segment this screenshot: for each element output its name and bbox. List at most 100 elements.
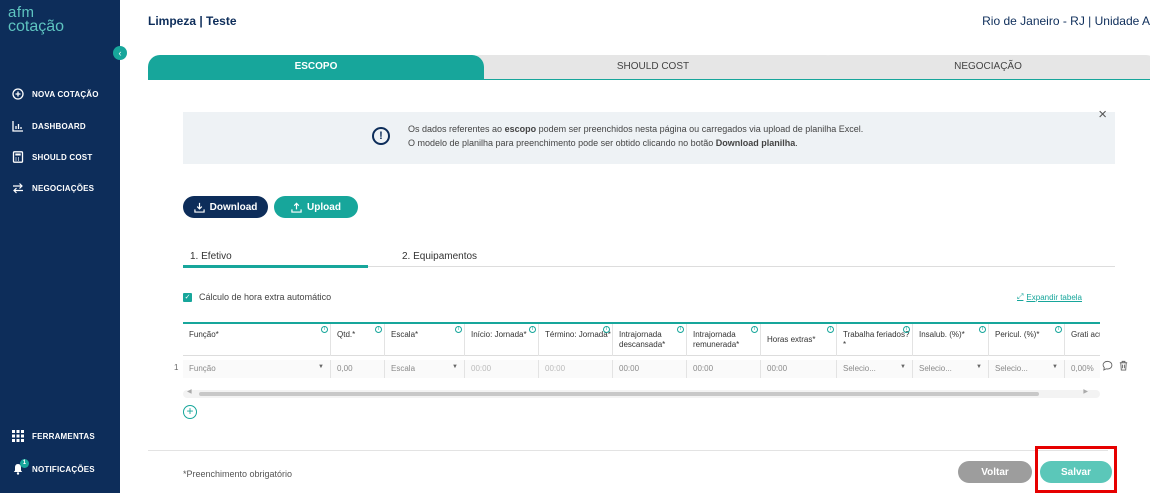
notification-badge: 1	[20, 459, 29, 468]
upload-button[interactable]: Upload	[274, 196, 358, 218]
pericul-select[interactable]: Selecio... ▼	[989, 360, 1065, 378]
tab-should-cost[interactable]: SHOULD COST	[468, 55, 838, 79]
chart-icon	[12, 120, 24, 132]
info-banner: ! Os dados referentes ao escopo podem se…	[183, 106, 1115, 164]
sidebar-item-notificacoes[interactable]: 1 NOTIFICAÇÕES	[12, 459, 95, 475]
logo[interactable]: afm cotação	[8, 5, 65, 35]
location-label: Rio de Janeiro - RJ | Unidade A	[982, 14, 1150, 28]
cell-value: 0,00	[337, 364, 353, 373]
column-header-label: Escala*	[391, 330, 419, 339]
info-line1-pre: Os dados referentes ao	[408, 124, 505, 134]
cell-value: Selecio...	[843, 364, 876, 373]
column-header: Insalub. (%)* i	[913, 324, 989, 356]
info-line1-post: podem ser preenchidos nesta página ou ca…	[536, 124, 864, 134]
info-line1-bold: escopo	[504, 124, 537, 134]
sidebar-item-nova-cotacao[interactable]: NOVA COTAÇÃO	[12, 88, 99, 100]
inicio-input[interactable]: 00:00	[465, 360, 539, 378]
sidebar-item-should-cost[interactable]: SHOULD COST	[12, 151, 92, 163]
column-header: Trabalha feriados?* i	[837, 324, 913, 356]
subtab-equipamentos[interactable]: 2. Equipamentos	[402, 251, 477, 262]
subtab-efetivo[interactable]: 1. Efetivo	[190, 251, 232, 262]
intrajornada-remunerada-input[interactable]: 00:00	[687, 360, 761, 378]
info-line2-pre: O modelo de planilha para preenchimento …	[408, 138, 716, 148]
info-icon[interactable]: i	[455, 326, 462, 333]
column-header-label: Grati acúm	[1071, 330, 1100, 339]
expand-label: Expandir tabela	[1026, 292, 1082, 302]
column-header-label: Início: Jornada*	[471, 330, 527, 339]
column-header: Intrajornada descansada* i	[613, 324, 687, 356]
horizontal-scrollbar[interactable]: ◀ ▶	[183, 388, 1100, 398]
trabalha-feriados-select[interactable]: Selecio... ▼	[837, 360, 913, 378]
breadcrumb: Limpeza | Teste	[148, 14, 237, 28]
info-icon[interactable]: i	[903, 326, 910, 333]
column-header-label: Trabalha feriados?*	[843, 330, 910, 349]
sidebar-item-label: NOVA COTAÇÃO	[32, 89, 99, 99]
logo-line2: cotação	[8, 18, 65, 35]
sidebar-item-negociacoes[interactable]: NEGOCIAÇÕES	[12, 182, 94, 194]
add-row-button[interactable]: +	[183, 405, 197, 419]
upload-icon	[291, 202, 302, 213]
download-label: Download	[209, 201, 258, 213]
sidebar-item-label: NOTIFICAÇÕES	[32, 464, 95, 474]
qtd-input[interactable]: 0,00	[331, 360, 385, 378]
column-header: Escala* i	[385, 324, 465, 356]
column-header-label: Qtd.*	[337, 330, 356, 339]
cell-value: 0,00%	[1071, 364, 1094, 373]
column-header-label: Insalub. (%)*	[919, 330, 965, 339]
sidebar: afm cotação NOVA COTAÇÃO DASHBOARD SHOUL…	[0, 0, 120, 493]
download-button[interactable]: Download	[183, 196, 268, 218]
scroll-left-icon[interactable]: ◀	[187, 388, 192, 395]
chevron-left-icon[interactable]: ‹	[113, 46, 127, 60]
scrollbar-thumb[interactable]	[199, 392, 1039, 396]
column-header: Início: Jornada* i	[465, 324, 539, 356]
column-header-label: Função*	[189, 330, 219, 339]
info-icon[interactable]: i	[1055, 326, 1062, 333]
chevron-down-icon: ▼	[976, 364, 982, 370]
column-header: Horas extras* i	[761, 324, 837, 356]
info-icon[interactable]: i	[603, 326, 610, 333]
info-icon[interactable]: i	[827, 326, 834, 333]
chevron-down-icon: ▼	[318, 364, 324, 370]
column-header-label: Horas extras*	[767, 335, 816, 344]
column-header-label: Pericul. (%)*	[995, 330, 1040, 339]
overtime-checkbox[interactable]: ✓	[183, 293, 192, 302]
comment-icon[interactable]	[1102, 360, 1113, 374]
info-icon[interactable]: i	[375, 326, 382, 333]
trash-icon[interactable]	[1118, 360, 1129, 374]
intrajornada-descansada-input[interactable]: 00:00	[613, 360, 687, 378]
scroll-right-icon[interactable]: ▶	[1083, 388, 1088, 395]
termino-input[interactable]: 00:00	[539, 360, 613, 378]
info-icon[interactable]: i	[751, 326, 758, 333]
horas-extras-input[interactable]: 00:00	[761, 360, 837, 378]
efetivo-table: Função* i Qtd.* i Escala* i Início: Jornada…	[183, 322, 1100, 382]
gratificacao-input[interactable]: 0,00%	[1065, 360, 1100, 378]
sidebar-item-ferramentas[interactable]: FERRAMENTAS	[12, 430, 95, 442]
grid-icon	[12, 430, 24, 442]
insalub-select[interactable]: Selecio... ▼	[913, 360, 989, 378]
tab-escopo[interactable]: ESCOPO	[148, 55, 484, 79]
back-button[interactable]: Voltar	[958, 461, 1032, 483]
cell-value: 00:00	[767, 364, 788, 373]
sidebar-item-label: DASHBOARD	[32, 121, 86, 131]
required-note: *Preenchimento obrigatório	[183, 469, 293, 479]
expand-table-link[interactable]: ⤢ Expandir tabela	[1017, 292, 1082, 302]
plus-circle-icon	[12, 88, 24, 100]
alert-icon: !	[372, 127, 390, 145]
info-icon[interactable]: i	[677, 326, 684, 333]
arrows-icon	[12, 182, 24, 194]
info-icon[interactable]: i	[321, 326, 328, 333]
tab-negociacao[interactable]: NEGOCIAÇÃO	[818, 55, 1150, 79]
info-line2-bold: Download planilha	[715, 138, 796, 148]
info-icon[interactable]: i	[979, 326, 986, 333]
download-icon	[193, 202, 205, 213]
sidebar-item-dashboard[interactable]: DASHBOARD	[12, 120, 86, 132]
close-icon[interactable]: ×	[1098, 106, 1107, 123]
cell-value: Selecio...	[995, 364, 1028, 373]
cell-value: Escala	[391, 364, 416, 373]
column-header: Função* i	[183, 324, 331, 356]
escala-select[interactable]: Escala ▼	[385, 360, 465, 378]
info-icon[interactable]: i	[529, 326, 536, 333]
upload-label: Upload	[307, 201, 341, 213]
column-header-label: Intrajornada descansada*	[619, 330, 666, 349]
funcao-select[interactable]: Função ▼	[183, 360, 331, 378]
